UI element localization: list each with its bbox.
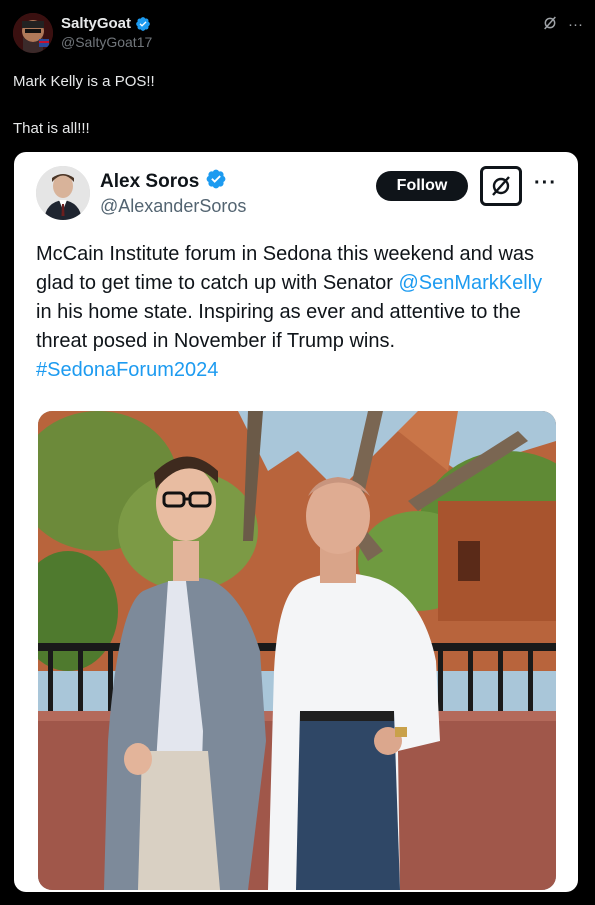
quoted-post-card[interactable]: Alex Soros @AlexanderSoros Follow ··· Mc…	[14, 152, 578, 892]
post-line-1: Mark Kelly is a POS!!	[13, 73, 155, 90]
quoted-post-text: McCain Institute forum in Sedona this we…	[36, 240, 561, 385]
follow-button[interactable]: Follow	[376, 171, 468, 201]
grok-icon[interactable]	[480, 166, 522, 206]
mention-link[interactable]: @SenMarkKelly	[398, 272, 542, 294]
post-page: SaltyGoat @SaltyGoat17 ··· Mark Kelly is…	[0, 0, 595, 905]
verified-badge-icon	[135, 16, 151, 32]
author-handle[interactable]: @SaltyGoat17	[61, 34, 152, 50]
more-icon[interactable]: ···	[534, 172, 557, 195]
post-line-2: That is all!!!	[13, 120, 90, 137]
grok-icon[interactable]	[542, 15, 558, 34]
quoted-author-name[interactable]: Alex Soros	[100, 171, 199, 193]
avatar[interactable]	[13, 13, 53, 53]
more-icon[interactable]: ···	[568, 17, 583, 32]
post-photo[interactable]	[38, 411, 556, 890]
hashtag-link[interactable]: #SedonaForum2024	[36, 359, 218, 381]
verified-badge-icon	[205, 168, 227, 195]
quoted-text-part-2: in his home state. Inspiring as ever and…	[36, 301, 521, 352]
quoted-author-handle[interactable]: @AlexanderSoros	[100, 196, 246, 217]
author-name[interactable]: SaltyGoat	[61, 15, 131, 32]
post-body: Mark Kelly is a POS!! That is all!!!	[13, 72, 573, 138]
quoted-avatar[interactable]	[36, 166, 90, 220]
post-header: SaltyGoat @SaltyGoat17 ···	[13, 13, 583, 57]
